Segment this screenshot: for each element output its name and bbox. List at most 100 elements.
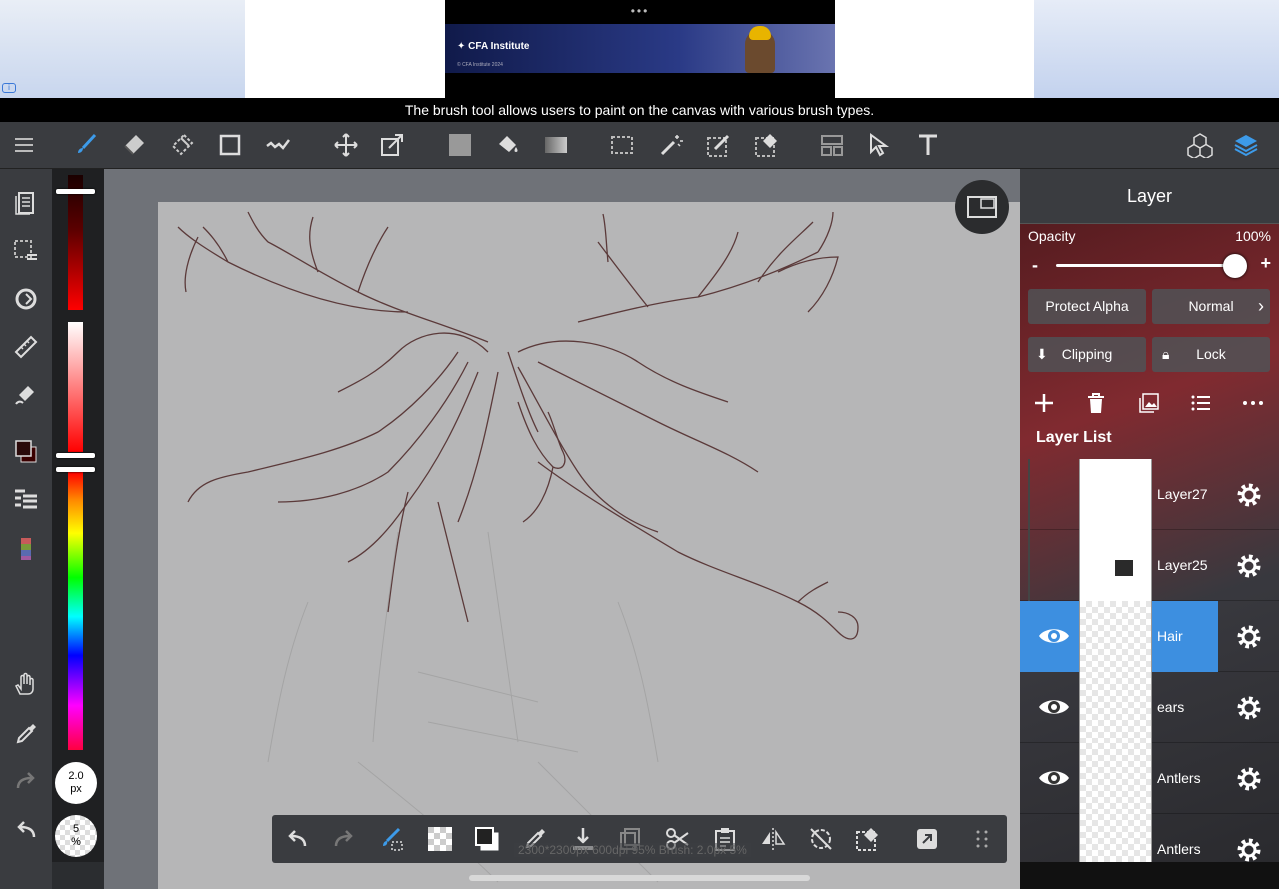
layer-settings-gear-icon[interactable]: [1234, 835, 1264, 862]
ad-menu-dots[interactable]: •••: [445, 4, 835, 18]
clear-transparency-icon[interactable]: [425, 824, 455, 854]
hue-handle[interactable]: [56, 467, 95, 472]
image-layer-icon[interactable]: [1135, 389, 1163, 417]
layer-row[interactable]: Antlers: [1020, 814, 1279, 862]
layer-settings-gear-icon[interactable]: [1234, 551, 1264, 581]
layer-thumbnail: [1079, 459, 1152, 530]
brightness-handle[interactable]: [56, 189, 95, 194]
layer-row[interactable]: Layer25: [1020, 530, 1279, 601]
move-icon[interactable]: [330, 130, 362, 160]
palette-icon[interactable]: [10, 533, 42, 565]
pages-icon[interactable]: [10, 187, 42, 219]
brush-select-icon[interactable]: [377, 824, 407, 854]
thumbnail-preview: [1115, 560, 1133, 576]
rotate-lock-icon[interactable]: [806, 824, 836, 854]
redo-icon[interactable]: [10, 765, 42, 797]
home-indicator[interactable]: [469, 875, 810, 881]
blend-mode-select[interactable]: Normal ›: [1152, 289, 1270, 324]
navigator-button[interactable]: [955, 180, 1009, 234]
selection-icon[interactable]: [10, 235, 42, 267]
saturation-slider[interactable]: [68, 322, 83, 452]
flip-icon[interactable]: [758, 824, 788, 854]
canvas-area[interactable]: [104, 169, 1020, 889]
opacity-decrease-button[interactable]: -: [1032, 255, 1038, 276]
ad-person-image: [745, 26, 775, 73]
select-eraser-icon[interactable]: [751, 130, 783, 160]
layer-thumbnail: [1079, 530, 1152, 601]
visibility-eye-icon[interactable]: [1036, 692, 1072, 722]
layer-row-selected[interactable]: Hair: [1020, 601, 1279, 672]
opacity-slider[interactable]: [1056, 264, 1234, 267]
layers-icon[interactable]: [1230, 130, 1262, 160]
ad-copyright: © CFA Institute 2024: [457, 62, 503, 68]
ad-brand-logo: ✦ CFA Institute: [457, 41, 530, 52]
select-eraser-bottom-icon[interactable]: [853, 824, 883, 854]
correction-icon[interactable]: [262, 130, 294, 160]
drawing-canvas[interactable]: [158, 202, 1020, 889]
transform-icon[interactable]: [376, 130, 408, 160]
rectangle-icon[interactable]: [214, 130, 246, 160]
fill-layer-icon[interactable]: [472, 824, 502, 854]
selection-arrow-icon[interactable]: [864, 130, 896, 160]
brush-icon[interactable]: [70, 130, 102, 160]
visibility-eye-icon[interactable]: [1036, 621, 1072, 651]
delete-layer-icon[interactable]: [1082, 389, 1110, 417]
undo-icon[interactable]: [10, 814, 42, 846]
eyedropper-icon[interactable]: [10, 718, 42, 750]
layer-list-icon[interactable]: [10, 484, 42, 516]
tool-tooltip: The brush tool allows users to paint on …: [0, 98, 1279, 122]
magic-wand-icon[interactable]: [655, 130, 687, 160]
layer-menu-list-icon[interactable]: [1187, 389, 1215, 417]
fill-color-icon[interactable]: [444, 130, 476, 160]
redo-icon[interactable]: [329, 824, 359, 854]
3d-material-icon[interactable]: [1184, 130, 1216, 160]
opacity-label: Opacity: [1028, 228, 1076, 244]
blur-icon[interactable]: [166, 130, 198, 160]
layer-settings-gear-icon[interactable]: [1234, 764, 1264, 794]
select-icon[interactable]: [606, 130, 638, 160]
hue-slider[interactable]: [68, 472, 83, 750]
gradient-icon[interactable]: [540, 130, 572, 160]
protect-alpha-button[interactable]: Protect Alpha: [1028, 289, 1146, 324]
layer-settings-gear-icon[interactable]: [1234, 693, 1264, 723]
ad-banner-area: i ••• ✦ CFA Institute © CFA Institute 20…: [0, 0, 1279, 98]
menu-icon[interactable]: [8, 130, 40, 160]
visibility-eye-icon[interactable]: [1036, 763, 1072, 793]
text-icon[interactable]: [912, 130, 944, 160]
clipping-button[interactable]: ⬇ Clipping: [1028, 337, 1146, 372]
opacity-slider-knob[interactable]: [1223, 254, 1247, 278]
ad-left-panel: [0, 0, 245, 98]
rotate-icon[interactable]: [10, 283, 42, 315]
opacity-increase-button[interactable]: +: [1260, 253, 1271, 274]
export-icon[interactable]: [912, 824, 942, 854]
ad-creative[interactable]: ••• ✦ CFA Institute © CFA Institute 2024: [445, 0, 835, 98]
ad-banner-image[interactable]: ✦ CFA Institute © CFA Institute 2024: [445, 24, 835, 73]
ad-info-badge[interactable]: i: [2, 83, 16, 93]
color-swatch-icon[interactable]: [10, 435, 42, 467]
fill-icon[interactable]: [10, 379, 42, 411]
layer-settings-gear-icon[interactable]: [1234, 622, 1264, 652]
more-options-icon[interactable]: [1239, 389, 1267, 417]
add-layer-icon[interactable]: [1030, 389, 1058, 417]
clipping-label: Clipping: [1061, 346, 1113, 362]
layer-name: Antlers: [1157, 841, 1201, 857]
layer-row[interactable]: Layer27: [1020, 459, 1279, 530]
layer-row[interactable]: ears: [1020, 672, 1279, 743]
layer-row[interactable]: Antlers: [1020, 743, 1279, 814]
saturation-handle[interactable]: [56, 453, 95, 458]
frame-icon[interactable]: [816, 130, 848, 160]
brush-size-button[interactable]: 2.0 px: [55, 762, 97, 804]
layer-settings-gear-icon[interactable]: [1234, 480, 1264, 510]
hand-icon[interactable]: [10, 669, 42, 701]
layer-panel-title: Layer: [1020, 169, 1279, 224]
brightness-slider[interactable]: [68, 175, 83, 310]
bucket-icon[interactable]: [492, 130, 524, 160]
ruler-icon[interactable]: [10, 331, 42, 363]
undo-icon[interactable]: [282, 824, 312, 854]
lock-button[interactable]: 🔒︎ Lock: [1152, 337, 1270, 372]
eraser-icon[interactable]: [118, 130, 150, 160]
select-pen-icon[interactable]: [703, 130, 735, 160]
bottom-toolbar: 2300*2300px 600dpi 95% Brush: 2.0px 5%: [272, 815, 1007, 863]
brush-opacity-button[interactable]: 5 %: [55, 815, 97, 857]
more-grid-icon[interactable]: [967, 824, 997, 854]
